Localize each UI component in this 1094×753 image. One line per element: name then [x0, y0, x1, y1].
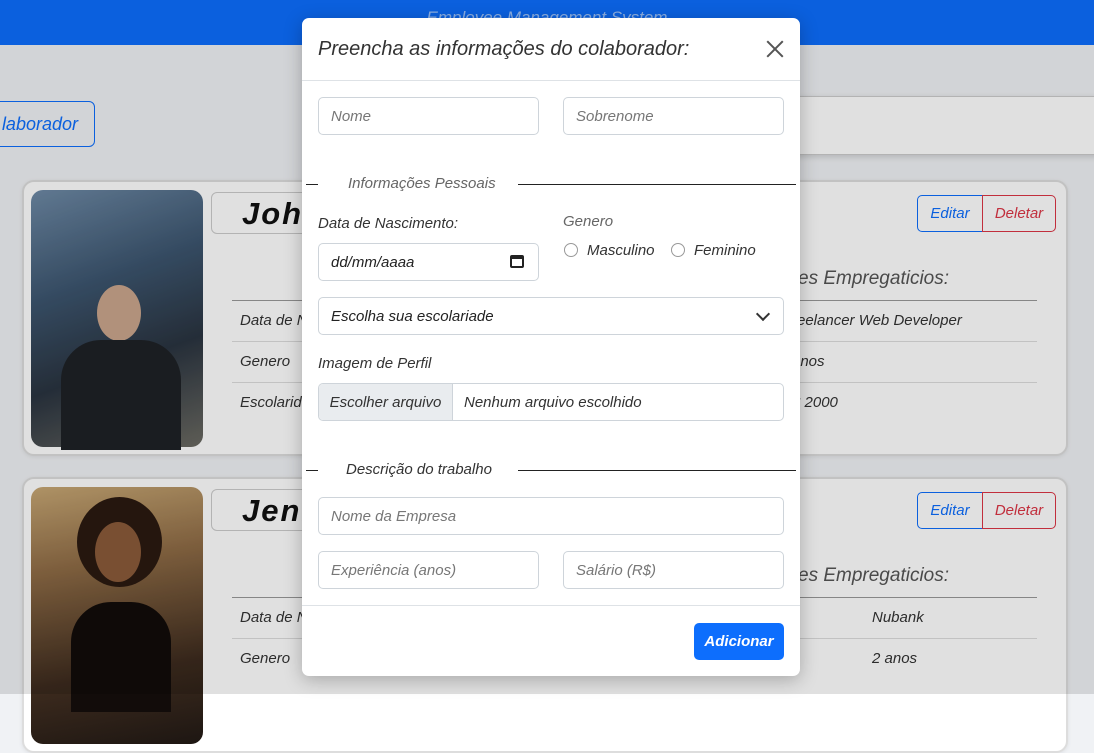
- legend-text: Descrição do trabalho: [346, 461, 492, 478]
- experience-input[interactable]: [318, 551, 539, 589]
- modal-header: Preencha as informações do colaborador:: [302, 18, 800, 81]
- profile-image-file-input[interactable]: Escolher arquivo Nenhum arquivo escolhid…: [318, 383, 784, 421]
- last-name-input[interactable]: [563, 97, 784, 135]
- choose-file-button[interactable]: Escolher arquivo: [319, 384, 453, 420]
- add-button[interactable]: Adicionar: [694, 623, 784, 660]
- company-name-input[interactable]: [318, 497, 784, 535]
- gender-radio-feminino[interactable]: [671, 243, 685, 257]
- education-select[interactable]: Escolha sua escolariade: [318, 297, 784, 335]
- birth-date-label: Data de Nascimento:: [318, 215, 459, 232]
- profile-image-label: Imagem de Perfil: [318, 355, 432, 372]
- modal-title: Preencha as informações do colaborador:: [318, 38, 690, 60]
- personal-info-legend: Informações Pessoais: [302, 174, 796, 194]
- education-select-value: Escolha sua escolariade: [331, 307, 494, 325]
- birth-date-placeholder: dd/mm/aaaa: [331, 253, 415, 271]
- close-icon[interactable]: [764, 38, 786, 60]
- legend-text: Informações Pessoais: [348, 175, 496, 192]
- add-employee-modal: Preencha as informações do colaborador: …: [302, 18, 800, 676]
- modal-footer: Adicionar: [302, 605, 800, 677]
- calendar-icon[interactable]: [510, 255, 524, 268]
- birth-date-input[interactable]: dd/mm/aaaa: [318, 243, 539, 281]
- salary-input[interactable]: [563, 551, 784, 589]
- first-name-input[interactable]: [318, 97, 539, 135]
- gender-radio-masculino[interactable]: [564, 243, 578, 257]
- gender-option-label: Masculino: [587, 242, 655, 259]
- gender-option-label: Feminino: [694, 242, 756, 259]
- chevron-down-icon: [755, 306, 771, 322]
- file-status-text: Nenhum arquivo escolhido: [464, 394, 642, 411]
- job-description-legend: Descrição do trabalho: [302, 460, 796, 480]
- gender-label: Genero: [563, 213, 614, 230]
